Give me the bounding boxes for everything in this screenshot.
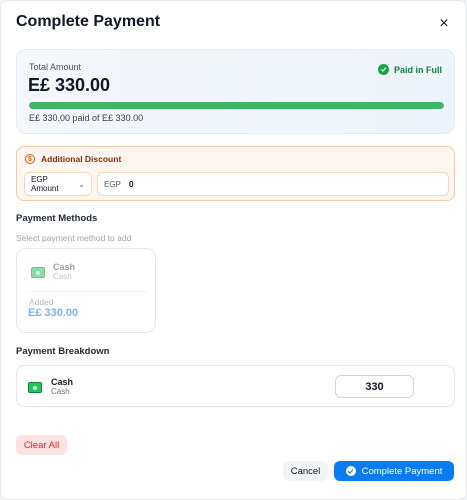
chevron-down-icon: ⌄ <box>78 179 85 189</box>
payment-method-card-cash[interactable]: Cash Cash Added E£ 330.00 <box>16 248 156 333</box>
cash-icon <box>31 267 45 278</box>
discount-type-value: EGP Amount <box>31 175 59 193</box>
paid-status-badge: Paid in Full <box>377 64 442 75</box>
payment-progress-text: E£ 330.00 paid of E£ 330.00 <box>29 113 144 123</box>
complete-payment-label: Complete Payment <box>361 465 443 477</box>
discount-amount-input[interactable]: EGP 0 <box>97 172 449 196</box>
breakdown-method-name: Cash <box>51 377 74 387</box>
discount-header: $ Additional Discount <box>25 154 121 164</box>
payment-method-name: Cash <box>53 262 76 272</box>
modal-title: Complete Payment <box>16 13 161 30</box>
breakdown-row-cash: Cash Cash 330 <box>16 365 455 407</box>
payment-breakdown-title: Payment Breakdown <box>16 346 110 357</box>
total-amount-label: Total Amount <box>29 62 82 72</box>
added-amount: E£ 330.00 <box>28 307 79 319</box>
close-icon: × <box>439 15 449 32</box>
discount-title: Additional Discount <box>41 154 122 164</box>
additional-discount-card: $ Additional Discount EGP Amount ⌄ EGP 0 <box>16 146 455 201</box>
check-circle-icon <box>345 466 356 476</box>
payment-modal: Complete Payment × Total Amount E£ 330.0… <box>0 0 467 500</box>
payment-methods-title: Payment Methods <box>16 213 98 224</box>
payment-progress-fill <box>29 102 444 109</box>
total-amount-card: Total Amount E£ 330.00 Paid in Full E£ 3… <box>16 49 455 134</box>
clear-all-button[interactable]: Clear All <box>16 435 67 455</box>
check-circle-icon <box>377 64 389 75</box>
close-button[interactable]: × <box>433 13 455 35</box>
breakdown-amount-input[interactable]: 330 <box>335 375 414 398</box>
discount-value: 0 <box>128 179 134 189</box>
cancel-button[interactable]: Cancel <box>283 461 328 481</box>
added-label: Added <box>29 297 54 307</box>
dollar-circle-icon: $ <box>25 154 35 164</box>
cash-icon <box>28 382 42 393</box>
paid-status-text: Paid in Full <box>393 64 442 75</box>
divider <box>27 291 147 292</box>
total-amount-value: E£ 330.00 <box>28 75 111 95</box>
breakdown-method-subtitle: Cash <box>51 387 70 396</box>
discount-type-select[interactable]: EGP Amount ⌄ <box>24 172 92 196</box>
discount-currency-prefix: EGP <box>104 179 121 189</box>
payment-progress-bar <box>29 102 444 109</box>
payment-methods-subtitle: Select payment method to add <box>16 233 132 243</box>
complete-payment-button[interactable]: Complete Payment <box>334 461 454 481</box>
payment-method-subtitle: Cash <box>53 272 72 281</box>
